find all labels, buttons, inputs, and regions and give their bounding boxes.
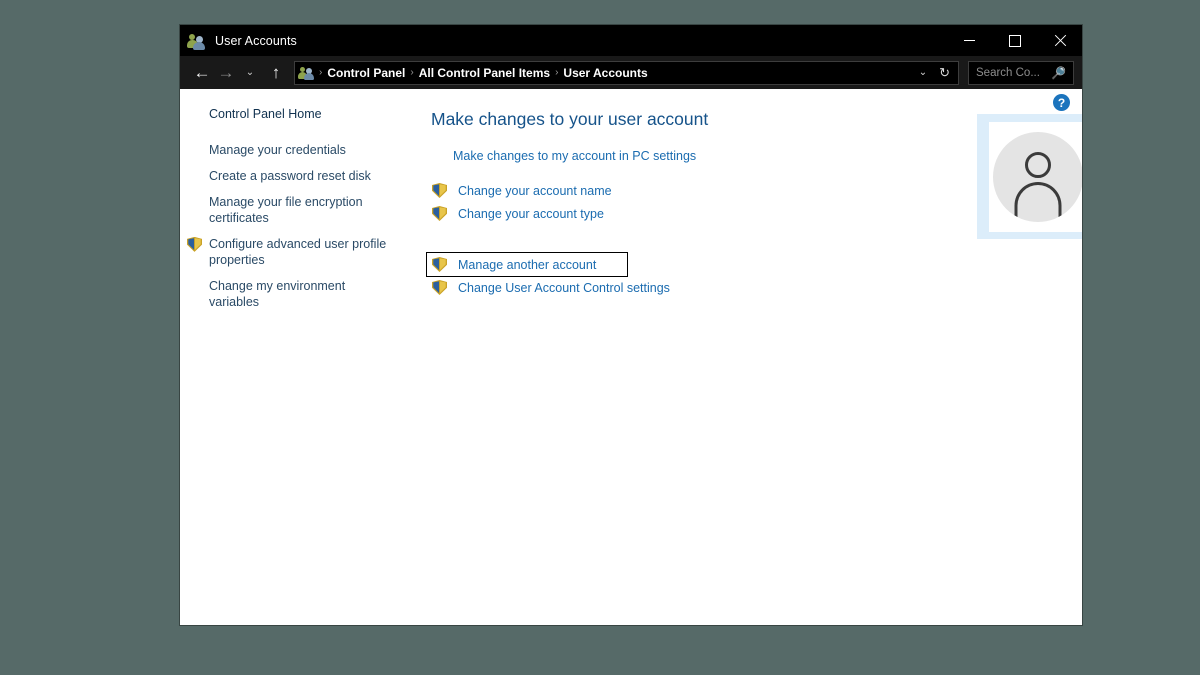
manage-another-account-link[interactable]: Manage another account [426, 252, 628, 277]
pc-settings-link[interactable]: Make changes to my account in PC setting… [402, 149, 696, 163]
sidebar-item-label: Configure advanced user profile properti… [209, 236, 387, 267]
maximize-icon [1008, 34, 1021, 47]
sidebar-item-manage-credentials[interactable]: Manage your credentials [180, 142, 402, 158]
uac-shield-icon [432, 183, 447, 198]
close-button[interactable] [1037, 25, 1082, 56]
breadcrumb-item-control-panel[interactable]: Control Panel [324, 66, 408, 80]
users-icon [187, 32, 206, 50]
search-input[interactable]: Search Co... 🔍 [968, 60, 1074, 85]
sidebar-item-label: Manage your file encryption certificates [209, 194, 363, 225]
refresh-icon[interactable]: ↻ [934, 65, 955, 81]
window-title: User Accounts [215, 33, 297, 48]
content-area: ? Control Panel Home Manage your credent… [180, 89, 1082, 625]
uac-shield-icon [432, 206, 447, 221]
desktop-background: User Accounts ← → ⌄ ↑ › Control Panel › … [0, 0, 1200, 675]
address-bar[interactable]: › Control Panel › All Control Panel Item… [294, 60, 959, 85]
sidebar-item-advanced-user-profile-properties[interactable]: Configure advanced user profile properti… [180, 236, 402, 268]
sidebar: Control Panel Home Manage your credentia… [180, 89, 402, 625]
action-label: Change your account name [458, 183, 612, 198]
search-placeholder: Search Co... [976, 66, 1040, 79]
uac-shield-icon [432, 280, 447, 295]
up-arrow-icon: ↑ [271, 63, 281, 82]
user-accounts-window: User Accounts ← → ⌄ ↑ › Control Panel › … [180, 25, 1082, 625]
sidebar-item-change-environment-variables[interactable]: Change my environment variables [180, 278, 402, 310]
breadcrumb-item-all-control-panel-items[interactable]: All Control Panel Items [416, 66, 553, 80]
back-arrow-icon: ← [193, 63, 211, 82]
person-avatar-icon [992, 131, 1082, 222]
window-titlebar: User Accounts [180, 25, 1082, 56]
breadcrumb-separator: › [410, 67, 414, 78]
sidebar-item-control-panel-home[interactable]: Control Panel Home [180, 106, 402, 123]
sidebar-item-label: Create a password reset disk [209, 168, 371, 183]
sidebar-item-file-encryption-certificates[interactable]: Manage your file encryption certificates [180, 194, 402, 226]
sidebar-item-create-password-reset-disk[interactable]: Create a password reset disk [180, 168, 402, 184]
recent-locations-button[interactable]: ⌄ [238, 60, 262, 86]
window-controls [947, 25, 1082, 56]
up-one-level-button[interactable]: ↑ [264, 60, 288, 86]
minimize-button[interactable] [947, 25, 992, 56]
current-account-card: Admin Local Account Administrator [977, 114, 1082, 239]
sidebar-item-label: Manage your credentials [209, 142, 346, 157]
uac-shield-icon [432, 257, 447, 272]
close-icon [1054, 35, 1066, 47]
action-label: Manage another account [458, 257, 597, 272]
change-uac-settings-link[interactable]: Change User Account Control settings [427, 276, 1082, 299]
action-label: Change your account type [458, 206, 604, 221]
users-icon [298, 65, 315, 81]
avatar-frame [989, 121, 1082, 232]
sidebar-item-label: Change my environment variables [209, 278, 346, 309]
uac-shield-icon [187, 236, 202, 252]
main-panel: Make changes to your user account Make c… [402, 89, 1082, 625]
forward-arrow-icon: → [217, 63, 235, 82]
breadcrumb-separator: › [319, 67, 323, 78]
maximize-button[interactable] [992, 25, 1037, 56]
breadcrumb-separator: › [555, 67, 559, 78]
action-label: Change User Account Control settings [458, 280, 670, 295]
forward-button[interactable]: → [214, 60, 238, 86]
back-button[interactable]: ← [190, 60, 214, 86]
search-icon: 🔍 [1051, 65, 1066, 80]
sidebar-item-label: Control Panel Home [209, 107, 322, 121]
minimize-icon [964, 40, 975, 41]
chevron-down-icon[interactable]: ⌄ [912, 67, 934, 78]
chevron-down-icon: ⌄ [245, 67, 255, 78]
breadcrumb: › Control Panel › All Control Panel Item… [315, 66, 912, 80]
breadcrumb-item-user-accounts[interactable]: User Accounts [560, 66, 650, 80]
address-bar-actions: ⌄ ↻ [912, 65, 958, 81]
navigation-toolbar: ← → ⌄ ↑ › Control Panel › All Control Pa… [180, 56, 1082, 89]
